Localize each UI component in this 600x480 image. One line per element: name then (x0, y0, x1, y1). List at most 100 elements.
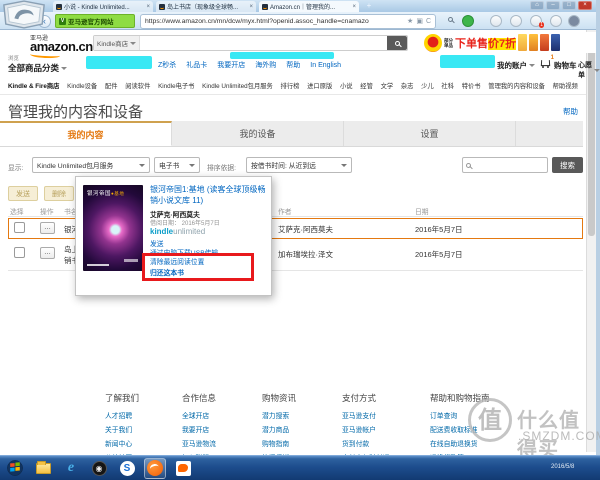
amazon-search-button[interactable] (387, 36, 407, 50)
catnav-item[interactable]: 配件 (105, 81, 118, 90)
search-scope-dropdown[interactable]: Kindle商店 (94, 36, 141, 50)
footer-link[interactable]: 潜力搜索 (262, 410, 337, 420)
footer-link[interactable]: 亚马逊物流 (182, 438, 257, 448)
catnav-item[interactable]: 特价书 (462, 81, 481, 90)
tab-title: Amazon.cn｜管理我的... (270, 5, 336, 11)
catnav-item[interactable]: Kindle Unlimited包月服务 (202, 81, 273, 90)
catnav-item[interactable]: 排行榜 (281, 81, 300, 90)
row2-actions-button[interactable]: … (40, 247, 55, 259)
sort-value: 按借书时间: 从近到远 (251, 163, 316, 170)
catnav-item[interactable]: 经管 (360, 81, 373, 90)
content-search-button[interactable]: 搜索 (552, 157, 583, 173)
taskbar-media-player-icon[interactable]: ◉ (88, 458, 110, 479)
catnav-item[interactable]: 社科 (441, 81, 454, 90)
catnav-item[interactable]: Kindle电子书 (158, 81, 194, 90)
sort-dropdown[interactable]: 按借书时间: 从近到远 (246, 157, 352, 173)
minimize-button[interactable]: – (546, 1, 560, 10)
footer-link[interactable]: 货到付款 (342, 438, 422, 448)
browser-tab-3-active[interactable]: Amazon.cn｜管理我的... × (259, 1, 359, 12)
taskbar-cheetah-browser-icon-active[interactable] (144, 457, 166, 479)
toolbar-search-icon[interactable] (448, 17, 453, 24)
speed-boost-icon[interactable] (462, 15, 474, 27)
footer-link[interactable]: 潜力商品 (262, 424, 337, 434)
popup-book-title[interactable]: 银河帝国1:基地 (读客全球顶级畅销小说文库 11) (150, 184, 268, 206)
taskbar-foxmail-icon[interactable] (172, 458, 194, 479)
search-scope-label: Kindle商店 (97, 41, 129, 48)
delete-button-disabled[interactable]: 删除 (44, 186, 74, 201)
browser-tab-2[interactable]: 岛上书店（现象级全球畅... × (156, 1, 256, 12)
all-categories-menu[interactable]: 浏览 全部商品分类 (8, 54, 68, 74)
close-button[interactable]: × (578, 1, 592, 10)
address-bar[interactable]: https://www.amazon.cn/mn/dcw/myx.html?op… (140, 13, 436, 29)
footer-link[interactable]: 人才招聘 (105, 410, 175, 420)
footer-link[interactable]: 在线自助退换货 (430, 438, 520, 448)
cover-title: 银河帝国●基地 (87, 191, 125, 197)
tab-my-devices[interactable]: 我的设备 (172, 121, 344, 146)
help-link[interactable]: 帮助 (563, 106, 578, 117)
account-menu[interactable]: 我的账户 (497, 60, 535, 71)
censor-blob (230, 52, 334, 59)
catnav-item[interactable]: 阅读软件 (125, 81, 150, 90)
nav-link-global[interactable]: 海外购 (255, 60, 276, 70)
footer-link[interactable]: 关于我们 (105, 424, 175, 434)
footer-link[interactable]: 亚马逊帐户 (342, 424, 422, 434)
nav-link-deals[interactable]: Z秒杀 (158, 60, 176, 70)
row1-actions-button[interactable]: … (40, 222, 55, 234)
promo-banner[interactable]: 部分 单品 下单售价7折 (424, 32, 596, 53)
toolbar-extension-icon-3[interactable] (550, 15, 562, 27)
refresh-icon[interactable]: C (426, 18, 431, 25)
browser-tab-1[interactable]: 小说 - Kindle Unlimited... × (53, 1, 153, 12)
footer-col-shopping: 购物资讯 潜力搜索 潜力商品 购物指南 热门促销 (262, 392, 337, 462)
content-search-input[interactable] (462, 157, 548, 173)
tab-close-icon[interactable]: × (249, 4, 253, 10)
content-type-dropdown[interactable]: 电子书 (154, 157, 200, 173)
tab-close-icon[interactable]: × (352, 4, 356, 10)
catnav-item[interactable]: 进口原版 (307, 81, 332, 90)
catnav-item[interactable]: 帮助视频 (553, 81, 578, 90)
nav-link-english[interactable]: In English (310, 62, 341, 69)
cart-icon[interactable]: 1 (540, 55, 554, 68)
catnav-item[interactable]: Kindle设备 (67, 81, 97, 90)
site-verification-badge[interactable]: V 亚马逊官方网站 (55, 14, 135, 28)
footer-link[interactable]: 新闻中心 (105, 438, 175, 448)
catnav-item[interactable]: 小说 (340, 81, 353, 90)
tab-settings[interactable]: 设置 (344, 121, 516, 146)
footer-link[interactable]: 我要开店 (182, 424, 257, 434)
toolbar-extension-icon-1[interactable] (490, 15, 502, 27)
start-button[interactable] (4, 458, 26, 479)
catnav-item[interactable]: 少儿 (421, 81, 434, 90)
nav-link-help[interactable]: 帮助 (286, 60, 300, 70)
tab-my-content[interactable]: 我的内容 (0, 121, 172, 146)
footer-link[interactable]: 购物指南 (262, 438, 337, 448)
new-tab-button[interactable]: + (364, 2, 374, 11)
taskbar-explorer-icon[interactable] (32, 458, 54, 479)
bookmark-star-icon[interactable]: ★ (407, 18, 413, 25)
cart-link[interactable]: 购物车 (554, 60, 577, 71)
toolbar-extension-icon-2[interactable] (510, 15, 522, 27)
browser-menu-icon[interactable] (568, 15, 580, 27)
skin-button[interactable]: ⌂ (530, 1, 544, 10)
catnav-item[interactable]: Kindle & Fire商店 (8, 81, 59, 90)
tab-close-icon[interactable]: × (146, 4, 150, 10)
subscription-filter-dropdown[interactable]: Kindle Unlimited包月服务 (32, 157, 150, 173)
downloads-icon[interactable]: 1 (530, 15, 544, 28)
nav-link-sell[interactable]: 我要开店 (217, 60, 245, 70)
catnav-item[interactable]: 文学 (381, 81, 394, 90)
maximize-button[interactable]: □ (562, 1, 576, 10)
row1-checkbox[interactable] (14, 222, 25, 233)
footer-link[interactable]: 全球开店 (182, 410, 257, 420)
screenshot-icon[interactable]: ▣ (416, 18, 423, 25)
cheetah-browser-logo[interactable] (1, 0, 47, 29)
amazon-favicon (159, 3, 165, 10)
row2-checkbox[interactable] (14, 247, 25, 258)
url-text[interactable]: https://www.amazon.cn/mn/dcw/myx.html?op… (145, 18, 404, 25)
content-tabs: 我的内容 我的设备 设置 (0, 121, 583, 147)
amazon-search-bar[interactable]: Kindle商店 (93, 35, 408, 51)
footer-link[interactable]: 亚马逊支付 (342, 410, 422, 420)
catnav-item-manage-content[interactable]: 管理我的内容和设备 (488, 81, 545, 90)
catnav-item[interactable]: 杂志 (401, 81, 414, 90)
taskbar-ie-icon[interactable]: e (60, 458, 82, 479)
send-button-disabled[interactable]: 发送 (8, 186, 38, 201)
taskbar-sogou-icon[interactable]: S (116, 458, 138, 479)
nav-link-giftcards[interactable]: 礼品卡 (186, 60, 207, 70)
